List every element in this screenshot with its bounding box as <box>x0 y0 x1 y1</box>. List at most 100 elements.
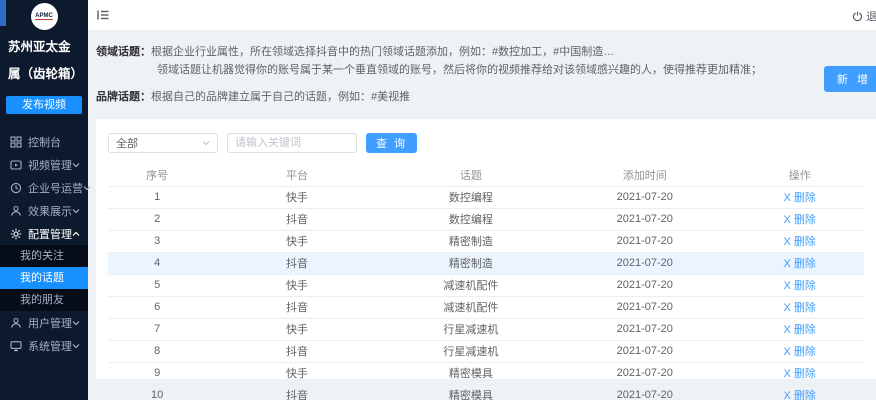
table-cell: 精密模具 <box>388 362 554 384</box>
sidebar-item-system[interactable]: 系统管理 <box>0 334 88 357</box>
sidebar-item-label: 用户管理 <box>28 315 72 331</box>
table-cell: 数控编程 <box>388 186 554 208</box>
logo-text: APMC <box>35 13 53 20</box>
sidebar-item-label: 视频管理 <box>28 157 72 173</box>
table-row: 3快手精密制造2021-07-20X 删除 <box>108 230 864 252</box>
table-cell: 快手 <box>206 186 387 208</box>
delete-link[interactable]: X 删除 <box>784 280 816 292</box>
table-cell: 2 <box>108 208 206 230</box>
table-cell: 8 <box>108 340 206 362</box>
delete-link[interactable]: X 删除 <box>784 346 816 358</box>
sidebar-item-console[interactable]: 控制台 <box>0 130 88 153</box>
table-row: 6抖音减速机配件2021-07-20X 删除 <box>108 296 864 318</box>
table-row: 8抖音行星减速机2021-07-20X 删除 <box>108 340 864 362</box>
operation-cell: X 删除 <box>735 208 864 230</box>
delete-link[interactable]: X 删除 <box>784 368 816 380</box>
table-cell: 3 <box>108 230 206 252</box>
filter-row: 全部 查 询 <box>108 133 864 153</box>
sidebar-item-enterprise[interactable]: 企业号运营 <box>0 176 88 199</box>
table-cell: 7 <box>108 318 206 340</box>
publish-video-button[interactable]: 发布视频 <box>6 96 82 114</box>
delete-link[interactable]: X 删除 <box>784 324 816 336</box>
operation-cell: X 删除 <box>735 252 864 274</box>
field-topic-line1: 领域话题：根据企业行业属性，所在领域选择抖音中的热门领域话题添加，例如：#数控加… <box>96 43 876 61</box>
add-button[interactable]: 新 增 <box>824 66 876 92</box>
operation-cell: X 删除 <box>735 296 864 318</box>
chevron-down-icon <box>202 139 210 147</box>
table-cell: 2021-07-20 <box>554 208 735 230</box>
sidebar-item-users[interactable]: 用户管理 <box>0 311 88 334</box>
company-name: 苏州亚太金属（齿轮箱） <box>0 30 88 88</box>
delete-link[interactable]: X 删除 <box>784 302 816 314</box>
table-cell: 数控编程 <box>388 208 554 230</box>
sidebar-item-effects[interactable]: 效果展示 <box>0 199 88 222</box>
table-cell: 2021-07-20 <box>554 186 735 208</box>
dashboard-icon <box>10 136 22 148</box>
person-icon <box>10 205 22 217</box>
table-row: 9快手精密模具2021-07-20X 删除 <box>108 362 864 384</box>
column-header: 操作 <box>735 164 864 186</box>
delete-link[interactable]: X 删除 <box>784 236 816 248</box>
sidebar-subitem-my-topics[interactable]: 我的话题 <box>0 267 88 289</box>
sidebar-item-label: 企业号运营 <box>28 180 83 196</box>
table-cell: 抖音 <box>206 340 387 362</box>
topbar: 退出 <box>88 0 876 30</box>
field-topic-line2: 领域话题让机器觉得你的账号属于某一个垂直领域的账号，然后将你的视频推荐给对该领域… <box>96 61 876 79</box>
notice-block: 领域话题：根据企业行业属性，所在领域选择抖音中的热门领域话题添加，例如：#数控加… <box>96 30 876 106</box>
table-cell: 快手 <box>206 274 387 296</box>
operation-cell: X 删除 <box>735 186 864 208</box>
table-row: 2抖音数控编程2021-07-20X 删除 <box>108 208 864 230</box>
keyword-input[interactable] <box>227 133 357 153</box>
delete-link[interactable]: X 删除 <box>784 192 816 204</box>
table-cell: 2021-07-20 <box>554 318 735 340</box>
operation-cell: X 删除 <box>735 318 864 340</box>
table-cell: 2021-07-20 <box>554 230 735 252</box>
submenu-config: 我的关注我的话题我的朋友 <box>0 245 88 311</box>
table-row: 5快手减速机配件2021-07-20X 删除 <box>108 274 864 296</box>
sidebar-item-label: 系统管理 <box>28 338 72 354</box>
table-cell: 1 <box>108 186 206 208</box>
logout-label: 退出 <box>866 8 876 24</box>
table-cell: 快手 <box>206 362 387 384</box>
platform-select[interactable]: 全部 <box>108 133 218 153</box>
table-row: 4抖音精密制造2021-07-20X 删除 <box>108 252 864 274</box>
table-cell: 2021-07-20 <box>554 252 735 274</box>
operation-cell: X 删除 <box>735 384 864 400</box>
table-body: 1快手数控编程2021-07-20X 删除2抖音数控编程2021-07-20X … <box>108 186 864 400</box>
logout-button[interactable]: 退出 <box>852 8 876 24</box>
table-cell: 10 <box>108 384 206 400</box>
main-area: 退出 领域话题：根据企业行业属性，所在领域选择抖音中的热门领域话题添加，例如：#… <box>88 0 876 400</box>
sidebar-item-label: 配置管理 <box>28 226 72 242</box>
search-button[interactable]: 查 询 <box>366 133 417 153</box>
topics-table: 序号平台话题添加时间操作 1快手数控编程2021-07-20X 删除2抖音数控编… <box>108 164 864 400</box>
table-row: 10抖音精密模具2021-07-20X 删除 <box>108 384 864 400</box>
chevron-up-icon <box>72 230 80 238</box>
delete-link[interactable]: X 删除 <box>784 258 816 270</box>
sidebar-item-config[interactable]: 配置管理 <box>0 222 88 245</box>
delete-link[interactable]: X 删除 <box>784 390 816 400</box>
sidebar-subitem-my-friends[interactable]: 我的朋友 <box>0 289 88 311</box>
sidebar-collapse-icon[interactable] <box>96 8 110 22</box>
table-cell: 抖音 <box>206 252 387 274</box>
table-cell: 抖音 <box>206 296 387 318</box>
operation-cell: X 删除 <box>735 230 864 252</box>
sidebar-item-label: 效果展示 <box>28 203 72 219</box>
delete-link[interactable]: X 删除 <box>784 214 816 226</box>
operation-cell: X 删除 <box>735 274 864 296</box>
sidebar-subitem-my-follows[interactable]: 我的关注 <box>0 245 88 267</box>
user-icon <box>10 317 22 329</box>
sidebar-item-video[interactable]: 视频管理 <box>0 153 88 176</box>
field-topic-label: 领域话题： <box>96 46 151 58</box>
sidebar-nav: 控制台视频管理企业号运营效果展示配置管理我的关注我的话题我的朋友用户管理系统管理 <box>0 130 88 357</box>
table-cell: 6 <box>108 296 206 318</box>
power-icon <box>852 11 863 22</box>
table-cell: 5 <box>108 274 206 296</box>
table-cell: 抖音 <box>206 384 387 400</box>
table-cell: 快手 <box>206 318 387 340</box>
table-cell: 2021-07-20 <box>554 384 735 400</box>
chevron-down-icon <box>72 342 80 350</box>
video-icon <box>10 159 22 171</box>
company-logo: APMC <box>31 3 58 30</box>
chevron-down-icon <box>72 161 80 169</box>
brand-topic-line: 品牌话题：根据自己的品牌建立属于自己的话题，例如：#美视推 <box>96 88 876 106</box>
